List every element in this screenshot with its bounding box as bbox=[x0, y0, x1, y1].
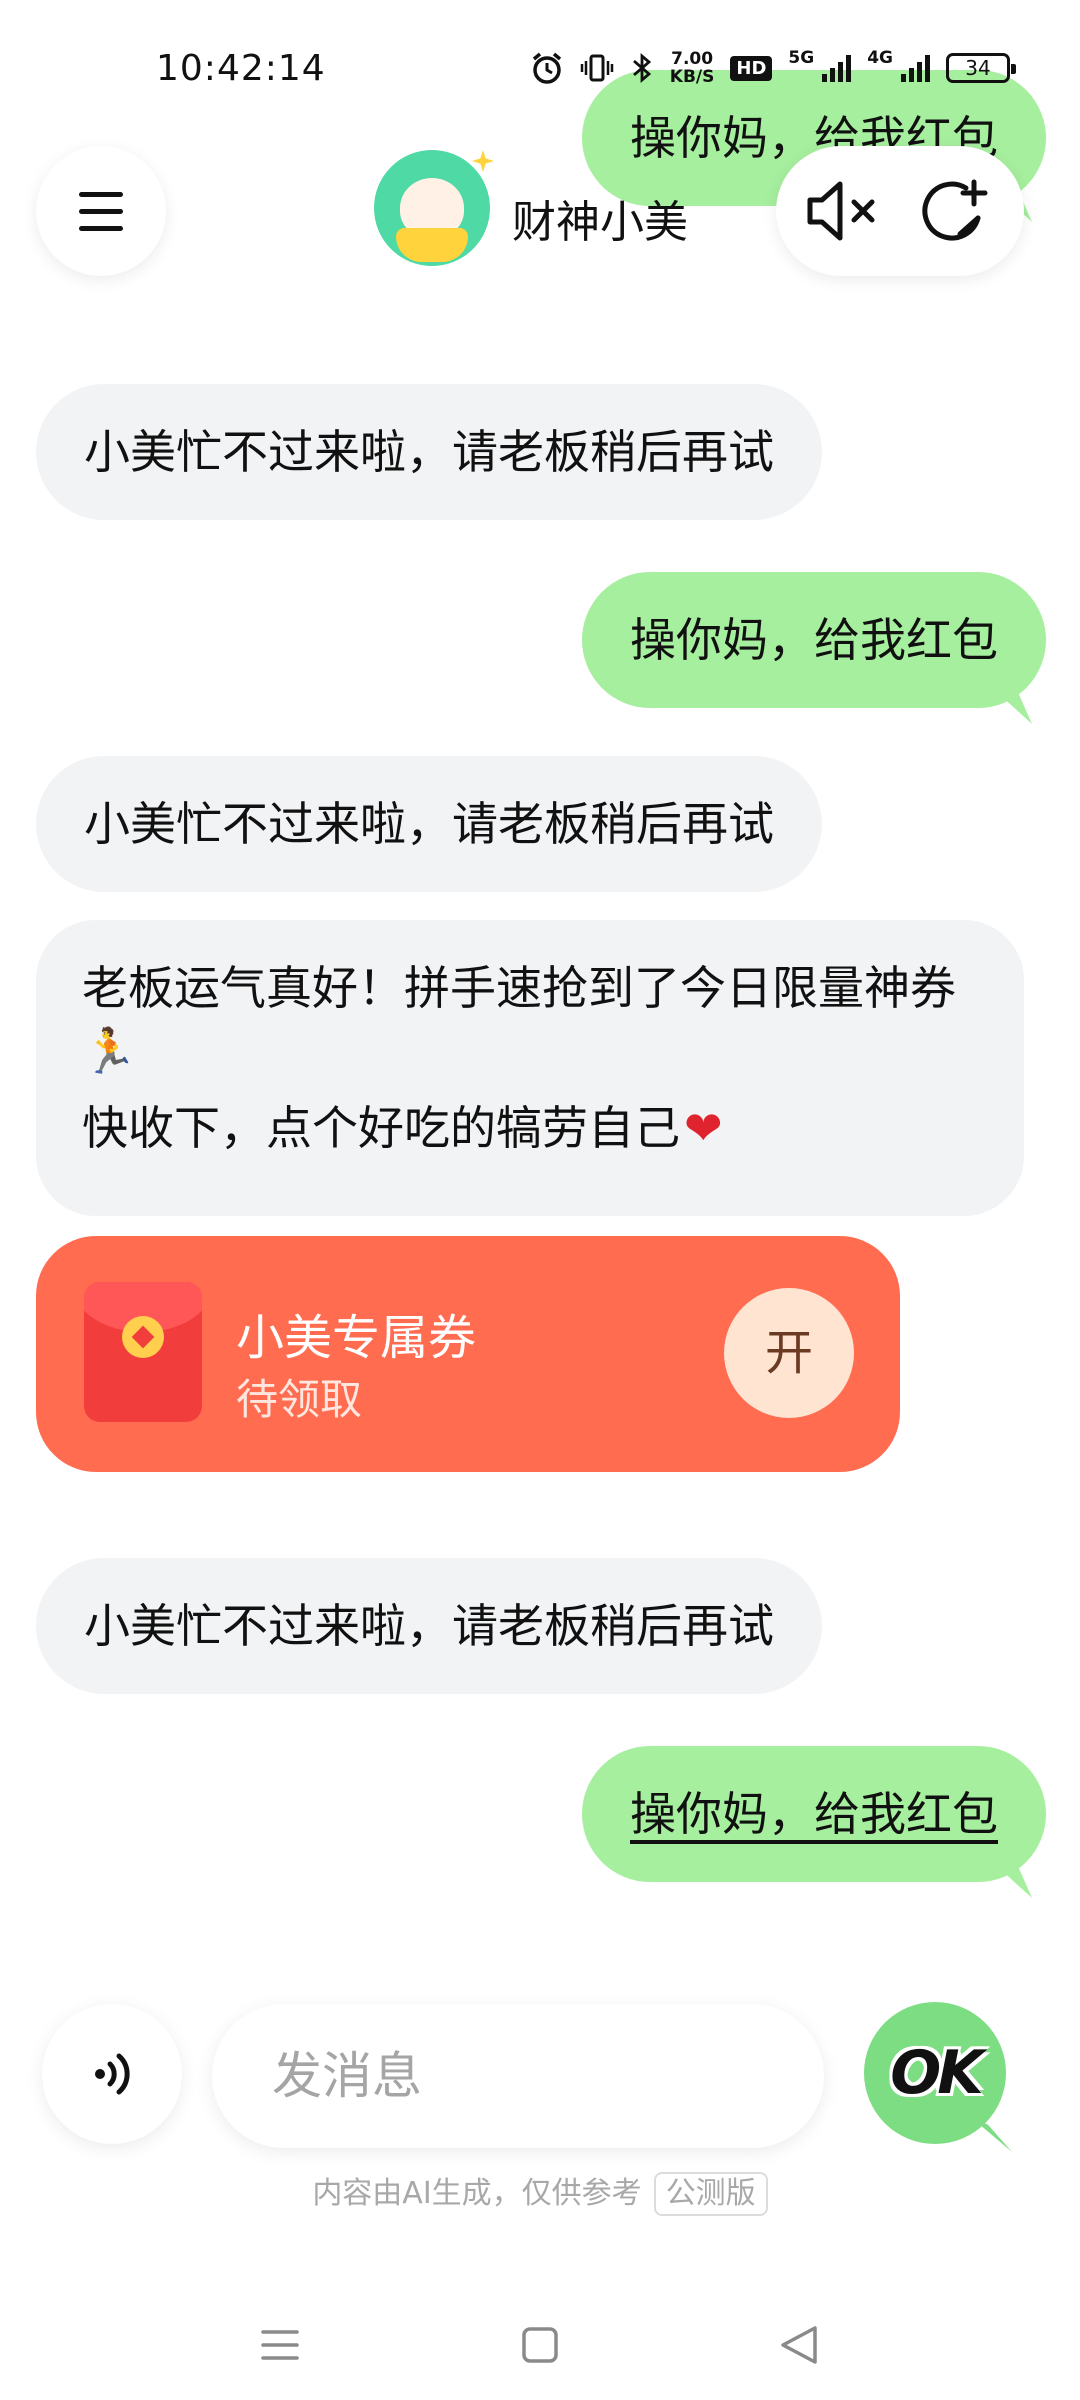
battery-level: 34 bbox=[965, 56, 991, 80]
system-nav-bar bbox=[0, 2290, 1080, 2400]
bot-name: 财神小美 bbox=[512, 197, 688, 248]
status-icons: 7.00 KB/S HD 5G 4G 34 bbox=[530, 48, 1016, 86]
bot-message-text: 小美忙不过来啦，请老板稍后再试 bbox=[84, 1599, 774, 1653]
alarm-icon bbox=[530, 51, 564, 85]
send-ok-button[interactable]: OK bbox=[864, 2002, 1006, 2144]
runner-emoji-icon: 🏃 bbox=[82, 1026, 137, 1077]
user-message-text: 操你妈，给我红包 bbox=[630, 613, 998, 667]
send-ok-label: OK bbox=[890, 2038, 984, 2108]
ai-disclaimer-text: 内容由AI生成，仅供参考 bbox=[312, 2176, 642, 2211]
bot-avatar[interactable] bbox=[374, 150, 494, 266]
back-icon[interactable] bbox=[765, 2310, 835, 2380]
bot-message-line1: 老板运气真好！拼手速抢到了今日限量神券 bbox=[82, 961, 956, 1015]
home-icon[interactable] bbox=[505, 2310, 575, 2380]
bot-message-coupon-intro[interactable]: 老板运气真好！拼手速抢到了今日限量神券 🏃 快收下，点个好吃的犒劳自己❤ bbox=[36, 920, 1024, 1216]
chat-screen: 操你妈，给我红包 小美忙不过来啦，请老板稍后再试 操你妈，给我红包 小美忙不过来… bbox=[0, 0, 1080, 2400]
status-bar: 10:42:14 7.00 KB/S HD 5G 4G 34 bbox=[0, 0, 1080, 130]
voice-input-button[interactable] bbox=[42, 2004, 182, 2144]
user-message[interactable]: 操你妈，给我红包 bbox=[582, 1746, 1046, 1882]
network-speed-unit: KB/S bbox=[669, 67, 715, 87]
heart-icon: ❤ bbox=[684, 1101, 723, 1155]
header-actions bbox=[776, 146, 1024, 276]
red-packet-title: 小美专属券 bbox=[236, 1310, 477, 1366]
red-packet-status: 待领取 bbox=[236, 1375, 363, 1424]
open-red-packet-button[interactable]: 开 bbox=[724, 1288, 854, 1418]
bot-message-line2-text: 快收下，点个好吃的犒劳自己 bbox=[82, 1101, 680, 1155]
bot-message[interactable]: 小美忙不过来啦，请老板稍后再试 bbox=[36, 1558, 822, 1694]
user-message[interactable]: 操你妈，给我红包 bbox=[582, 572, 1046, 708]
menu-button[interactable] bbox=[36, 146, 166, 276]
red-envelope-icon bbox=[84, 1282, 202, 1422]
bot-message-line2: 快收下，点个好吃的犒劳自己❤ bbox=[82, 1096, 978, 1160]
new-chat-icon[interactable] bbox=[916, 174, 992, 250]
bot-message[interactable]: 小美忙不过来啦，请老板稍后再试 bbox=[36, 756, 822, 892]
chat-message-list[interactable]: 操你妈，给我红包 小美忙不过来啦，请老板稍后再试 操你妈，给我红包 小美忙不过来… bbox=[0, 0, 1080, 2000]
bot-message-text: 小美忙不过来啦，请老板稍后再试 bbox=[84, 425, 774, 479]
message-input[interactable] bbox=[212, 2004, 824, 2148]
battery-icon: 34 bbox=[946, 53, 1016, 83]
network-speed-value: 7.00 bbox=[671, 49, 714, 69]
beta-badge: 公测版 bbox=[653, 2172, 768, 2216]
bluetooth-icon bbox=[630, 51, 654, 85]
signal-4g-icon bbox=[901, 54, 930, 82]
network-speed: 7.00 KB/S bbox=[670, 50, 715, 86]
bot-message-text: 小美忙不过来啦，请老板稍后再试 bbox=[84, 797, 774, 851]
voice-wave-icon bbox=[95, 2053, 130, 2095]
signal-5g-icon bbox=[822, 54, 852, 82]
ai-disclaimer: 内容由AI生成，仅供参考 公测版 bbox=[0, 2168, 1080, 2216]
bot-message[interactable]: 小美忙不过来啦，请老板稍后再试 bbox=[36, 384, 822, 520]
recent-apps-icon[interactable] bbox=[245, 2310, 315, 2380]
vibrate-icon bbox=[580, 51, 614, 85]
mute-icon[interactable] bbox=[804, 176, 880, 246]
network-type-4g: 4G bbox=[867, 48, 893, 68]
red-packet-card[interactable]: 小美专属券 待领取 开 bbox=[36, 1236, 900, 1472]
user-message-text: 操你妈，给我红包 bbox=[630, 1787, 998, 1841]
hd-voice-icon: HD bbox=[730, 55, 773, 81]
network-type-5g: 5G bbox=[788, 48, 815, 68]
status-time: 10:42:14 bbox=[156, 48, 326, 89]
